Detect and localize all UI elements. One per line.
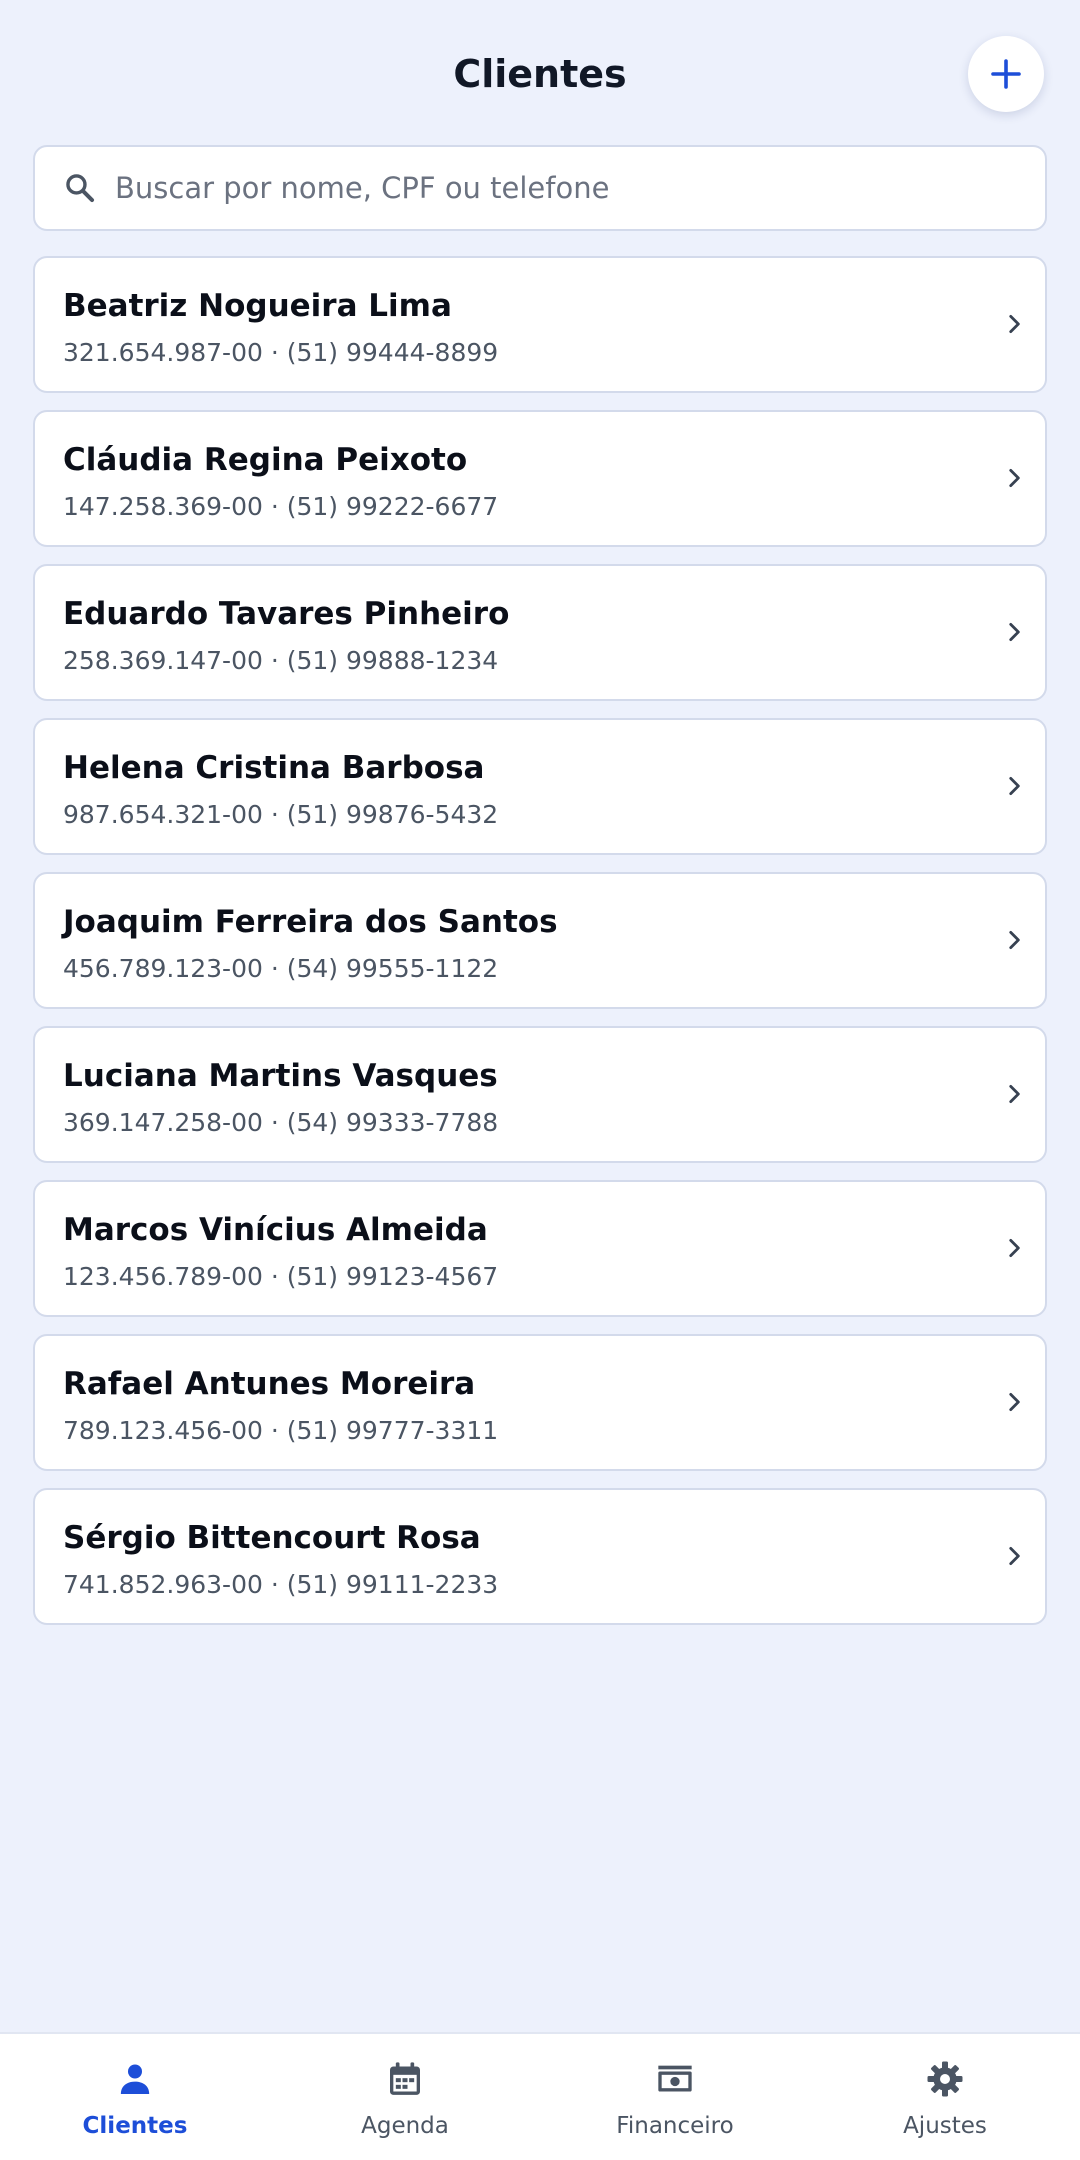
client-name: Eduardo Tavares Pinheiro (63, 596, 510, 632)
client-name: Beatriz Nogueira Lima (63, 288, 452, 324)
client-name: Marcos Vinícius Almeida (63, 1212, 488, 1248)
nav-label: Financeiro (616, 2113, 734, 2139)
clients-screen: Clientes Beatriz Nogueira Lima 321.654.9… (0, 0, 1080, 2160)
chevron-right-icon (1009, 1393, 1020, 1411)
client-list-item[interactable]: Joaquim Ferreira dos Santos 456.789.123-… (33, 872, 1047, 1009)
client-list-item[interactable]: Marcos Vinícius Almeida 123.456.789-00 ·… (33, 1180, 1047, 1317)
calendar-icon (390, 2062, 420, 2095)
client-cpf-phone: 258.369.147-00 · (51) 99888-1234 (63, 646, 499, 675)
client-list-item[interactable]: Eduardo Tavares Pinheiro 258.369.147-00 … (33, 564, 1047, 701)
client-cpf-phone: 987.654.321-00 · (51) 99876-5432 (63, 800, 499, 829)
header: Clientes (0, 0, 1080, 150)
client-name: Sérgio Bittencourt Rosa (63, 1520, 481, 1556)
chevron-right-icon (1009, 1239, 1020, 1257)
chevron-right-icon (1009, 931, 1020, 949)
nav-tab-agenda[interactable]: Agenda (270, 2034, 540, 2160)
client-name: Luciana Martins Vasques (63, 1058, 498, 1094)
client-cpf-phone: 123.456.789-00 · (51) 99123-4567 (63, 1262, 499, 1291)
client-list-item[interactable]: Luciana Martins Vasques 369.147.258-00 ·… (33, 1026, 1047, 1163)
client-list: Beatriz Nogueira Lima 321.654.987-00 · (… (33, 256, 1047, 1642)
client-cpf-phone: 369.147.258-00 · (54) 99333-7788 (63, 1108, 499, 1137)
client-name: Joaquim Ferreira dos Santos (63, 904, 558, 940)
nav-label: Agenda (361, 2113, 449, 2139)
search-bar[interactable] (33, 145, 1047, 231)
client-name: Helena Cristina Barbosa (63, 750, 485, 786)
nav-label: Ajustes (903, 2113, 987, 2139)
client-cpf-phone: 321.654.987-00 · (51) 99444-8899 (63, 338, 499, 367)
chevron-right-icon (1009, 1085, 1020, 1103)
money-icon (658, 2065, 692, 2092)
person-icon (120, 2064, 150, 2094)
client-list-item[interactable]: Cláudia Regina Peixoto 147.258.369-00 · … (33, 410, 1047, 547)
client-cpf-phone: 789.123.456-00 · (51) 99777-3311 (63, 1416, 499, 1445)
client-cpf-phone: 456.789.123-00 · (54) 99555-1122 (63, 954, 499, 983)
client-cpf-phone: 147.258.369-00 · (51) 99222-6677 (63, 492, 499, 521)
nav-tab-ajustes[interactable]: Ajustes (810, 2034, 1080, 2160)
bottom-navigation: Clientes Agenda Financeiro Ajustes (0, 2032, 1080, 2160)
nav-tab-clientes[interactable]: Clientes (0, 2034, 270, 2160)
nav-label: Clientes (82, 2113, 188, 2139)
plus-icon (991, 59, 1021, 89)
chevron-right-icon (1009, 315, 1020, 333)
client-list-item[interactable]: Rafael Antunes Moreira 789.123.456-00 · … (33, 1334, 1047, 1471)
add-client-button[interactable] (968, 36, 1044, 112)
chevron-right-icon (1009, 623, 1020, 641)
chevron-right-icon (1009, 1547, 1020, 1565)
search-icon (63, 171, 97, 205)
client-name: Cláudia Regina Peixoto (63, 442, 468, 478)
chevron-right-icon (1009, 469, 1020, 487)
client-list-item[interactable]: Beatriz Nogueira Lima 321.654.987-00 · (… (33, 256, 1047, 393)
chevron-right-icon (1009, 777, 1020, 795)
search-input[interactable] (115, 171, 1045, 205)
page-title: Clientes (453, 52, 627, 96)
client-name: Rafael Antunes Moreira (63, 1366, 476, 1402)
client-list-item[interactable]: Sérgio Bittencourt Rosa 741.852.963-00 ·… (33, 1488, 1047, 1625)
gear-icon (927, 2061, 963, 2097)
client-list-item[interactable]: Helena Cristina Barbosa 987.654.321-00 ·… (33, 718, 1047, 855)
nav-tab-financeiro[interactable]: Financeiro (540, 2034, 810, 2160)
client-cpf-phone: 741.852.963-00 · (51) 99111-2233 (63, 1570, 499, 1599)
